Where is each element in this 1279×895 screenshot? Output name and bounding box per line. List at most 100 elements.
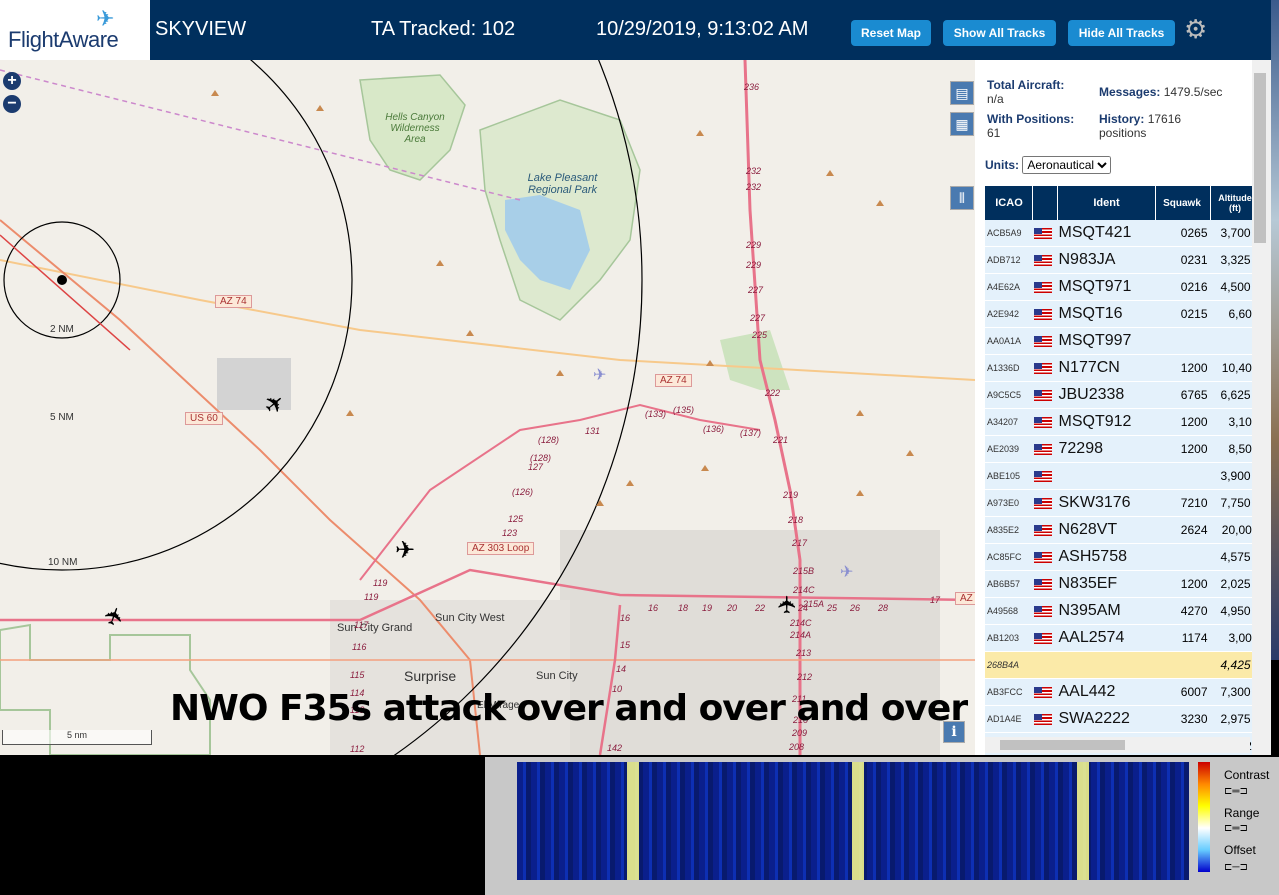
zoom-in-button[interactable]: +: [3, 72, 21, 90]
flag-cell: [1032, 651, 1058, 679]
flag-cell: [1032, 462, 1058, 490]
road-number-label: 215B: [793, 566, 815, 576]
range-label: Range: [1224, 806, 1260, 820]
table-row[interactable]: A973E0SKW317672107,750▼: [985, 489, 1260, 517]
road-number-label: 119: [364, 592, 379, 602]
table-row[interactable]: AE2039 72298 1200 8,500: [985, 435, 1260, 463]
ta-tracked-count: TA Tracked: 102: [371, 18, 516, 40]
ident-cell: N983JA: [1057, 246, 1156, 274]
road-number-label: 25: [827, 603, 838, 613]
current-datetime: 10/29/2019, 9:13:02 AM: [596, 18, 809, 40]
us-flag-icon: [1033, 416, 1052, 428]
map-scale: 5 nm: [2, 730, 152, 745]
road-number-label: 227: [750, 313, 766, 323]
units-selector: Units: Aeronautical: [985, 156, 1112, 174]
table-row[interactable]: AC85FCASH57584,575▼: [985, 543, 1260, 571]
icao-cell: A9C5C5: [985, 381, 1033, 409]
squawk-cell: 3230: [1155, 705, 1211, 733]
road-number-label: (128): [538, 435, 560, 445]
aircraft-icon[interactable]: ✈: [395, 536, 415, 565]
ident-cell: MSQT971: [1057, 273, 1156, 301]
range-slider[interactable]: ⊏═⊐: [1224, 823, 1248, 834]
squawk-cell: [1155, 543, 1211, 571]
settings-gear-icon[interactable]: ⚙: [1184, 14, 1207, 45]
table-row[interactable]: AA0A1A MSQT997: [985, 327, 1260, 355]
us-flag-icon: [1033, 524, 1052, 536]
hide-all-tracks-button[interactable]: Hide All Tracks: [1068, 20, 1175, 46]
road-number-label: 221: [773, 435, 789, 445]
flag-cell: [1032, 381, 1058, 409]
logo-text: FlightAware: [8, 27, 119, 52]
stat-value: 61: [987, 126, 1001, 140]
total-aircraft-stat: Total Aircraft: n/a: [987, 78, 1092, 106]
table-row[interactable]: A835E2 N628VT 2624 20,000: [985, 516, 1260, 544]
show-all-tracks-button[interactable]: Show All Tracks: [943, 20, 1056, 46]
road-number-label: 22: [755, 603, 766, 613]
table-row[interactable]: A1336D N177CN 1200 10,400: [985, 354, 1260, 382]
waterfall-display[interactable]: [517, 762, 1189, 880]
road-number-label: 125: [508, 514, 524, 524]
table-row[interactable]: ADB712N983JA02313,325▼: [985, 246, 1260, 274]
squawk-cell: 6765: [1155, 381, 1211, 409]
contrast-slider[interactable]: ⊏═⊐: [1224, 786, 1248, 797]
panel-scroll-thumb[interactable]: [1254, 73, 1266, 243]
squawk-cell: [1155, 327, 1211, 355]
table-row[interactable]: A2E942 MSQT16 0215 6,600: [985, 300, 1260, 328]
column-header-ident[interactable]: Ident: [1057, 186, 1156, 220]
road-number-label: 20: [727, 603, 738, 613]
flag-cell: [1032, 570, 1058, 598]
stat-label: Total Aircraft:: [987, 78, 1065, 92]
table-row[interactable]: AD1A4ESWA222232302,975▼: [985, 705, 1260, 733]
us-flag-icon: [1033, 497, 1052, 509]
grid-icon[interactable]: ▦: [950, 112, 974, 136]
column-header-flag[interactable]: [1032, 186, 1058, 220]
reset-map-button[interactable]: Reset Map: [851, 20, 931, 46]
altitude-value: 4,500: [1220, 280, 1251, 294]
flag-cell: [1032, 516, 1058, 544]
stat-value: n/a: [987, 92, 1004, 106]
us-flag-icon: [1033, 686, 1052, 698]
table-row[interactable]: A34207 MSQT912 1200 3,100: [985, 408, 1260, 436]
us-flag-icon: [1033, 632, 1052, 644]
road-number-label: 16: [648, 603, 659, 613]
aircraft-panel: Total Aircraft: n/a Messages: 1479.5/sec…: [975, 60, 1271, 755]
flightaware-logo[interactable]: ✈ FlightAware: [0, 0, 150, 60]
ident-cell: MSQT16: [1057, 300, 1156, 328]
waterfall-colorbar: [1198, 762, 1210, 872]
table-row[interactable]: A9C5C5JBU233867656,625▼: [985, 381, 1260, 409]
aircraft-icon[interactable]: ✈: [774, 594, 803, 614]
positions-stat: With Positions: 61: [987, 112, 1092, 140]
altitude-value: 2,975: [1220, 712, 1251, 726]
road-number-label: 18: [678, 603, 689, 613]
ident-cell: N395AM: [1057, 597, 1156, 625]
road-number-label: 214C: [790, 618, 812, 628]
ident-cell: [1057, 651, 1156, 679]
table-scroll-thumb[interactable]: [1000, 740, 1125, 750]
range-ring-label: 5 NM: [50, 412, 74, 423]
table-row[interactable]: A49568N395AM42704,950▼: [985, 597, 1260, 625]
map-view[interactable]: Hells Canyon Wilderness Area Lake Pleasa…: [0, 60, 975, 755]
map-layers-icon[interactable]: ▤: [950, 81, 974, 105]
squawk-cell: 6007: [1155, 678, 1211, 706]
table-row[interactable]: 268B4A4,425▲: [985, 651, 1260, 679]
zoom-out-button[interactable]: −: [3, 95, 21, 113]
column-header-icao[interactable]: ICAO: [985, 186, 1033, 220]
column-header-squawk[interactable]: Squawk: [1155, 186, 1211, 220]
us-flag-icon: [1033, 713, 1052, 725]
road-number-label: 209: [792, 728, 808, 738]
road-number-label: 115: [350, 670, 365, 680]
units-dropdown[interactable]: Aeronautical: [1022, 156, 1112, 174]
table-row[interactable]: ABE1053,900▲: [985, 462, 1260, 490]
table-row[interactable]: AB3FCCAAL44260077,300▼: [985, 678, 1260, 706]
table-row[interactable]: AB6B57N835EF12002,025▼: [985, 570, 1260, 598]
table-row[interactable]: AB1203 AAL2574 1174 3,000: [985, 624, 1260, 652]
column-toggle-icon[interactable]: ⦀: [950, 186, 974, 210]
road-number-label: 116: [352, 642, 367, 652]
table-row[interactable]: ACB5A9MSQT42102653,700▲: [985, 220, 1260, 247]
ident-cell: ASH5758: [1057, 543, 1156, 571]
background-strip: [1271, 0, 1279, 660]
map-canvas: [0, 60, 975, 755]
offset-slider[interactable]: ⊏─⊐: [1224, 862, 1248, 873]
icao-cell: AE2039: [985, 435, 1033, 463]
table-row[interactable]: A4E62AMSQT97102164,500▲: [985, 273, 1260, 301]
